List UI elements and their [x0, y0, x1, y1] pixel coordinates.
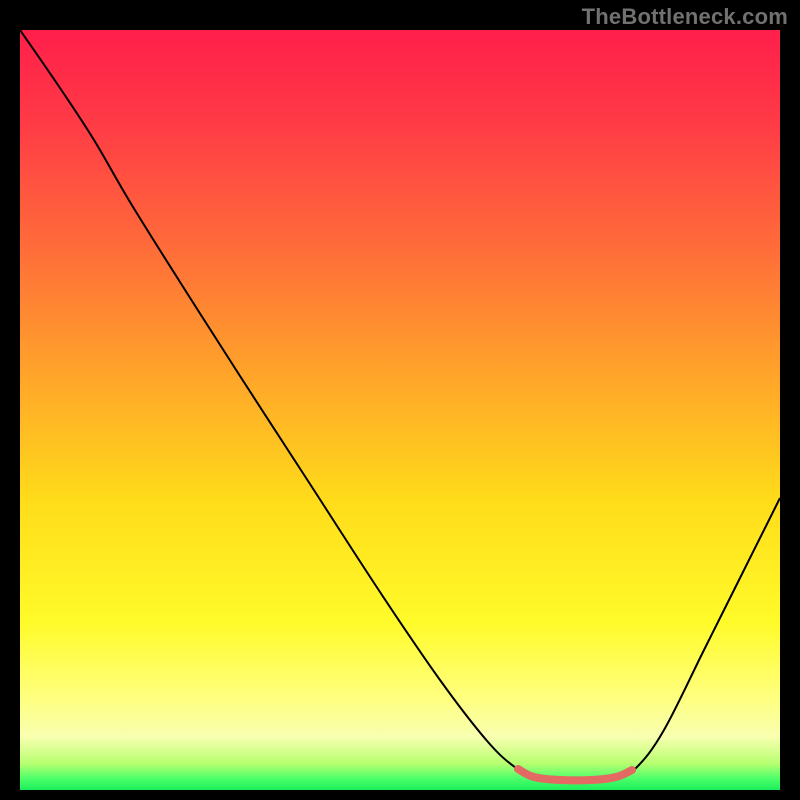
bottleneck-chart [20, 30, 780, 790]
watermark-text: TheBottleneck.com [582, 4, 788, 30]
chart-frame [20, 30, 780, 790]
chart-background [20, 30, 780, 790]
